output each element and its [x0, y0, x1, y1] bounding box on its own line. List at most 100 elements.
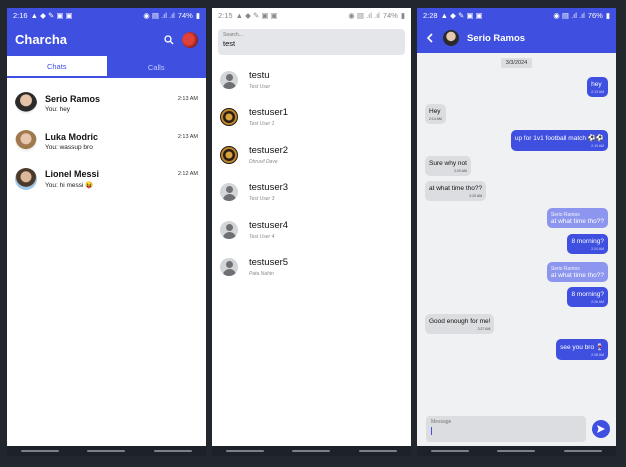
user-result-testu[interactable]: testu Test User — [212, 61, 411, 99]
nav-handle[interactable] — [226, 450, 265, 452]
message-bubble-out[interactable]: 8 morning? 2:26 AM — [567, 287, 608, 307]
search-screen: 2:15 ▲ ◆ ✎ ▣ ▣ ◉ ▤ .ıl .ıl 74% ▮ Search... … — [212, 8, 411, 456]
search-icon[interactable] — [164, 34, 174, 45]
message-time: 2:24 AM — [591, 247, 604, 251]
message-text: at what time tho?? — [429, 185, 483, 192]
signal-icons: ◉ ▤ .ıl .ıl — [348, 11, 380, 20]
chat-item-luka-modric[interactable]: Luka Modric 2:13 AM You: wassup bro — [7, 122, 206, 160]
chat-item-serio-ramos[interactable]: Serio Ramos 2:13 AM You: hey — [7, 84, 206, 122]
person-icon — [220, 70, 238, 89]
nav-handle[interactable] — [21, 450, 60, 452]
nav-handle[interactable] — [358, 450, 397, 452]
message-time: 2:20 AM — [454, 169, 467, 173]
avatar — [15, 168, 37, 190]
chat-name: Luka Modric — [45, 131, 99, 142]
message-time: 2:19 AM — [591, 144, 604, 148]
avatar — [220, 145, 238, 164]
quoted-text: at what time tho?? — [550, 272, 604, 279]
message-time: 2:14 AM — [429, 117, 442, 121]
display-name: Test User 3 — [249, 196, 275, 203]
search-results: testu Test User testuser1 Test User 1 test… — [212, 59, 411, 286]
message-text: Hey — [429, 108, 441, 115]
date-chip: 3/3/2024 — [501, 58, 532, 68]
battery-icon: ▮ — [195, 11, 200, 20]
message-bubble-out[interactable]: 8 morning? 2:24 AM — [567, 234, 608, 254]
chat-name: Serio Ramos — [45, 93, 101, 104]
user-result-testuser2[interactable]: testuser2 Dhruvil Dave — [212, 136, 411, 174]
reply-bubble-out[interactable]: Serio Ramos at what time tho?? — [546, 208, 608, 228]
user-result-testuser1[interactable]: testuser1 Test User 1 — [212, 99, 411, 137]
signal-icons: ◉ ▤ .ıl .ıl — [143, 11, 175, 20]
status-bar: 2:16 ▲ ◆ ✎ ▣ ▣ ◉ ▤ .ıl .ıl 74% ▮ — [7, 8, 206, 23]
chat-item-lionel-messi[interactable]: Lionel Messi 2:12 AM You: hi messi 😝 — [7, 160, 206, 198]
user-result-testuser5[interactable]: testuser5 Pata Nahin — [212, 249, 411, 287]
tab-chats[interactable]: Chats — [7, 56, 107, 78]
username: testuser3 — [249, 182, 289, 194]
message-text: Good enough for me! — [429, 318, 491, 325]
battery-icon: ▮ — [400, 11, 405, 20]
search-value: test — [223, 39, 236, 48]
message-text: 8 morning? — [571, 238, 604, 245]
message-time: 2:26 AM — [591, 300, 604, 304]
nav-handle[interactable] — [87, 450, 126, 452]
nav-handle[interactable] — [497, 450, 536, 452]
conversation-screen: 2:28 ▲ ◆ ✎ ▣ ▣ ◉ ▤ .ıl .ıl 76% ▮ Serio Ramo… — [417, 8, 616, 456]
message-bubble-out[interactable]: up for 1v1 football match ⚽⚽ 2:19 AM — [510, 130, 608, 151]
battery-icon: ▮ — [605, 11, 610, 20]
display-name: Test User 4 — [249, 233, 275, 240]
contact-name[interactable]: Serio Ramos — [467, 33, 525, 44]
username: testuser4 — [249, 219, 289, 231]
chat-time: 2:13 AM — [177, 133, 198, 140]
avatar — [220, 108, 238, 127]
display-name: Test User — [249, 83, 271, 90]
user-result-testuser4[interactable]: testuser4 Test User 4 — [212, 211, 411, 249]
avatar[interactable] — [443, 30, 459, 46]
message-bubble-in[interactable]: at what time tho?? 2:20 AM — [425, 181, 487, 201]
nav-handle[interactable] — [431, 450, 470, 452]
notification-icons: ▲ ◆ ✎ ▣ ▣ — [235, 11, 278, 20]
message-time: 2:27 AM — [477, 327, 491, 331]
message-text: see you bro 🍷 — [560, 344, 604, 351]
send-button[interactable] — [592, 420, 610, 438]
nav-handle[interactable] — [292, 450, 331, 452]
profile-avatar[interactable] — [182, 31, 198, 48]
battery-level: 74% — [177, 11, 193, 20]
nav-handle[interactable] — [153, 450, 192, 452]
display-name: Pata Nahin — [249, 271, 274, 278]
quoted-sender: Serio Ramos — [550, 212, 580, 218]
tab-bar: Chats Calls — [7, 56, 206, 78]
tab-calls[interactable]: Calls — [107, 56, 207, 78]
status-bar: 2:15 ▲ ◆ ✎ ▣ ▣ ◉ ▤ .ıl .ıl 74% ▮ — [212, 8, 411, 23]
chat-last-message: You: hey — [45, 105, 71, 113]
message-bubble-in[interactable]: Sure why not 2:20 AM — [425, 156, 471, 176]
message-bubble-in[interactable]: Good enough for me! 2:27 AM — [425, 314, 495, 334]
back-arrow-icon[interactable] — [425, 33, 435, 43]
message-bubble-out[interactable]: hey 2:13 AM — [587, 77, 608, 97]
message-text: Sure why not — [429, 160, 467, 167]
message-time: 2:28 AM — [591, 353, 604, 357]
person-icon — [220, 220, 238, 239]
username: testuser5 — [249, 257, 289, 269]
message-time: 2:13 AM — [591, 90, 604, 94]
search-input[interactable]: Search... test — [218, 29, 405, 55]
username: testuser2 — [249, 144, 289, 156]
message-bubble-in[interactable]: Hey 2:14 AM — [425, 104, 446, 124]
notification-icons: ▲ ◆ ✎ ▣ ▣ — [440, 11, 483, 20]
quoted-text: at what time tho?? — [550, 218, 604, 225]
message-bubble-out[interactable]: see you bro 🍷 2:28 AM — [556, 339, 608, 360]
display-name: Test User 1 — [249, 121, 275, 128]
user-result-testuser3[interactable]: testuser3 Test User 3 — [212, 174, 411, 212]
system-nav-bar — [212, 446, 411, 456]
chat-time: 2:12 AM — [177, 171, 198, 177]
display-name: Dhruvil Dave — [249, 158, 278, 165]
battery-level: 76% — [587, 11, 603, 20]
message-input[interactable]: Message — [426, 416, 586, 442]
reply-bubble-out[interactable]: Serio Ramos at what time tho?? — [546, 262, 608, 282]
avatar — [15, 130, 37, 152]
conversation-header: Serio Ramos — [417, 23, 616, 53]
username: testu — [249, 69, 270, 81]
chat-last-message: You: wassup bro — [45, 143, 93, 151]
nav-handle[interactable] — [563, 450, 602, 452]
notification-icons: ▲ ◆ ✎ ▣ ▣ — [30, 11, 73, 20]
send-icon — [597, 425, 605, 433]
